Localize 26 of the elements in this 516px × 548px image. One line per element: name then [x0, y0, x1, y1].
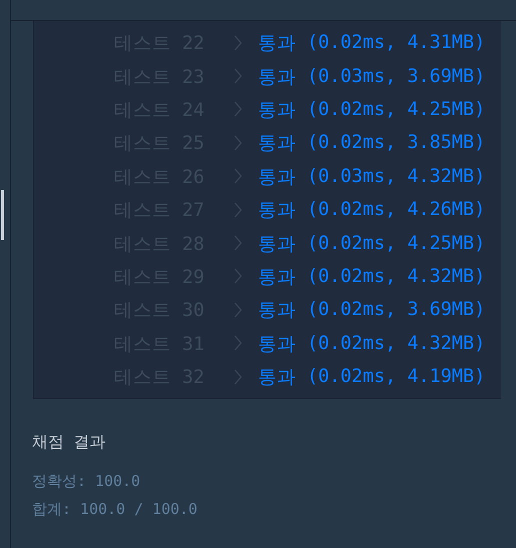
- summary-line: 정확성: 100.0: [32, 471, 142, 492]
- test-verdict: 통과: [258, 299, 296, 322]
- test-verdict: 통과: [258, 332, 296, 356]
- scrollbar-thumb[interactable]: [1, 190, 4, 240]
- test-detail: (0.02ms, 3.69MB): [307, 299, 486, 320]
- test-detail: (0.02ms, 4.32MB): [307, 332, 486, 354]
- test-detail: (0.02ms, 4.25MB): [307, 98, 486, 120]
- test-verdict: 통과: [258, 199, 296, 222]
- test-verdict: 통과: [258, 232, 296, 256]
- test-detail: (0.02ms, 3.85MB): [307, 132, 486, 154]
- test-verdict: 통과: [258, 66, 296, 89]
- test-verdict: 통과: [258, 266, 296, 289]
- summary-title: 채점 결과: [32, 432, 107, 454]
- test-detail: (0.02ms, 4.32MB): [307, 266, 486, 287]
- test-detail: (0.02ms, 4.19MB): [307, 366, 486, 388]
- test-detail: (0.03ms, 4.32MB): [307, 166, 486, 187]
- test-detail: (0.02ms, 4.26MB): [307, 199, 486, 220]
- test-detail: (0.03ms, 3.69MB): [307, 66, 486, 87]
- summary-line: 합계: 100.0 / 100.0: [32, 499, 198, 520]
- test-verdict: 통과: [258, 132, 296, 156]
- test-verdict: 통과: [258, 166, 296, 189]
- test-verdict: 통과: [258, 366, 296, 390]
- test-verdict: 통과: [258, 98, 296, 122]
- test-detail: (0.02ms, 4.31MB): [307, 32, 486, 54]
- test-detail: (0.02ms, 4.25MB): [307, 232, 486, 254]
- test-verdict: 통과: [258, 32, 296, 56]
